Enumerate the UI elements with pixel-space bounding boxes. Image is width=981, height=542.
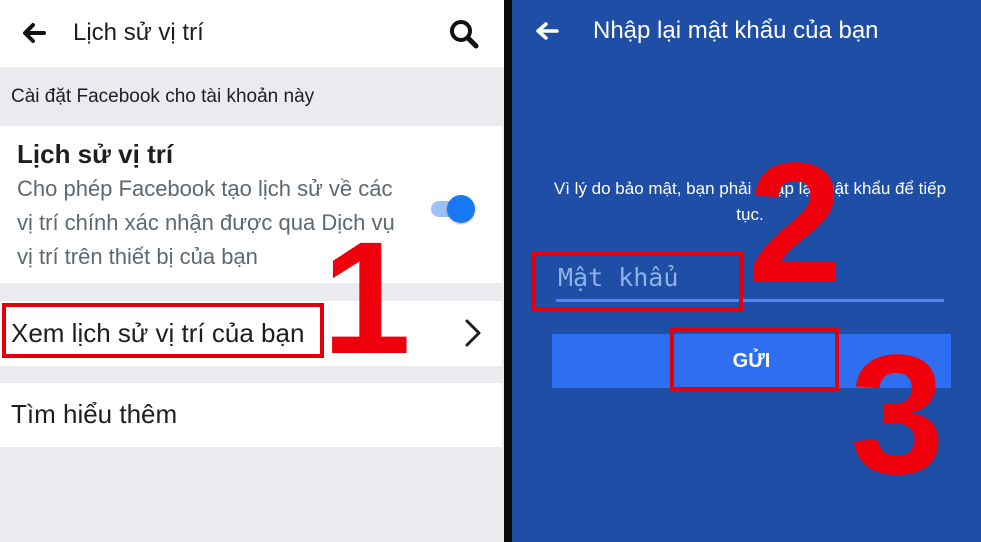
- learn-more-item[interactable]: Tìm hiểu thêm: [0, 383, 502, 447]
- highlight-box-step2: [531, 252, 743, 311]
- back-button[interactable]: [20, 18, 48, 48]
- location-history-screen: Lịch sử vị trí Cài đặt Facebook cho tài …: [0, 0, 504, 542]
- back-button[interactable]: [534, 16, 560, 52]
- panel-divider: [504, 0, 512, 542]
- toggle-knob: [447, 195, 475, 223]
- arrow-left-icon: [536, 22, 559, 40]
- highlight-box-step3: [670, 328, 839, 391]
- arrow-left-icon: [23, 23, 46, 43]
- section-header: Cài đặt Facebook cho tài khoản này: [11, 86, 315, 107]
- page-title: Nhập lại mật khẩu của bạn: [593, 17, 879, 44]
- chevron-right-icon: [465, 319, 481, 347]
- location-history-toggle[interactable]: [429, 193, 477, 223]
- learn-more-label: Tìm hiểu thêm: [11, 399, 178, 429]
- location-history-setting: Lịch sử vị trí Cho phép Facebook tạo lịc…: [0, 126, 502, 283]
- setting-title: Lịch sử vị trí: [17, 139, 174, 169]
- search-button[interactable]: [448, 18, 480, 50]
- page-title: Lịch sử vị trí: [73, 19, 204, 46]
- step-number-3: 3: [850, 320, 945, 510]
- step-number-1: 1: [322, 208, 411, 387]
- step-number-2: 2: [748, 128, 843, 318]
- highlight-box-step1: [2, 303, 324, 358]
- search-icon: [450, 20, 479, 49]
- top-app-bar: Lịch sử vị trí: [0, 0, 504, 67]
